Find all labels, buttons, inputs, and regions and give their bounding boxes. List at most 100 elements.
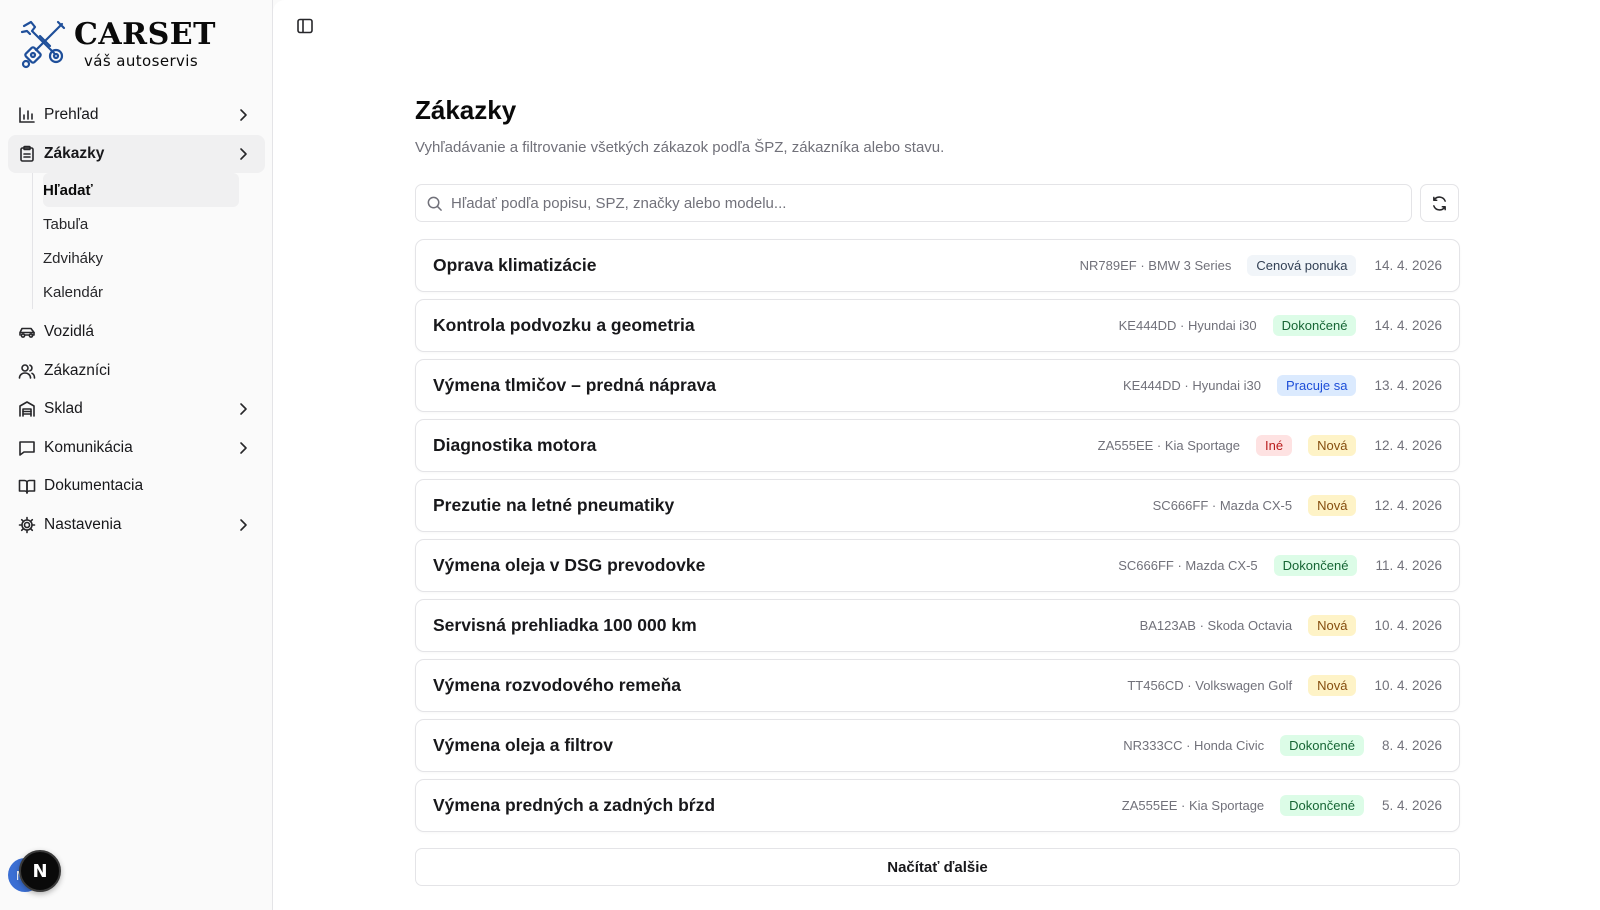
order-row[interactable]: Servisná prehliadka 100 000 km BA123AB · … (415, 599, 1460, 652)
sidebar-item-vozidla[interactable]: Vozidlá (8, 313, 265, 351)
status-badge: Cenová ponuka (1247, 255, 1357, 276)
subitem-zdvihaky[interactable]: Zdviháky (43, 241, 265, 275)
order-title: Kontrola podvozku a geometria (433, 315, 695, 335)
sidebar-toggle-icon[interactable] (295, 16, 315, 36)
sidebar-nav: Prehľad Zákazky Hľadať Tabuľa Zdviháky K… (8, 96, 265, 544)
order-row[interactable]: Kontrola podvozku a geometria KE444DD · H… (415, 299, 1460, 352)
sidebar-item-komunikacia[interactable]: Komunikácia (8, 429, 265, 467)
main-content: Zákazky Vyhľadávanie a filtrovanie všetk… (273, 0, 1600, 910)
order-title: Oprava klimatizácie (433, 255, 597, 275)
message-icon (18, 439, 36, 457)
chevron-right-icon (235, 440, 251, 456)
order-date: 10. 4. 2026 (1374, 678, 1442, 693)
status-badge: Dokončené (1272, 315, 1357, 336)
order-row[interactable]: Prezutie na letné pneumatiky SC666FF · Ma… (415, 479, 1460, 532)
search-box (415, 184, 1412, 222)
order-row[interactable]: Výmena tlmičov – predná náprava KE444DD ·… (415, 359, 1460, 412)
order-row[interactable]: Výmena rozvodového remeňa TT456CD · Volks… (415, 659, 1460, 712)
nextjs-logo-icon: N (32, 860, 48, 882)
order-vehicle: NR789EF · BMW 3 Series (1079, 258, 1232, 273)
subitem-kalendar[interactable]: Kalendár (43, 275, 265, 309)
sidebar-item-label: Sklad (44, 400, 83, 417)
users-icon (18, 362, 36, 380)
sidebar-item-prehlad[interactable]: Prehľad (8, 96, 265, 134)
brand-title: CARSET (74, 17, 216, 52)
status-badge: Nová (1308, 615, 1357, 636)
chevron-right-icon (235, 401, 251, 417)
status-badge: Dokončené (1280, 795, 1364, 816)
wrench-piston-logo-icon (20, 20, 66, 69)
order-date: 11. 4. 2026 (1375, 558, 1442, 573)
chevron-right-icon (235, 517, 251, 533)
subitem-label: Zdviháky (43, 249, 104, 267)
order-row[interactable]: Diagnostika motora ZA555EE · Kia Sportage… (415, 419, 1460, 472)
sidebar-item-label: Dokumentacia (44, 477, 144, 494)
order-vehicle: BA123AB · Skoda Octavia (1139, 618, 1293, 633)
subitem-tabula[interactable]: Tabuľa (43, 207, 265, 241)
clipboard-icon (18, 145, 36, 163)
status-badge: Nová (1308, 675, 1357, 696)
sidebar-item-nastavenia[interactable]: Nastavenia (8, 506, 265, 544)
order-vehicle: ZA555EE · Kia Sportage (1097, 438, 1240, 453)
order-date: 8. 4. 2026 (1381, 738, 1442, 753)
search-icon (427, 196, 442, 211)
sidebar-item-label: Nastavenia (44, 515, 122, 533)
order-row[interactable]: Výmena oleja v DSG prevodovke SC666FF · M… (415, 539, 1460, 592)
gear-icon (18, 516, 36, 534)
status-badge: Dokončené (1273, 555, 1358, 576)
sidebar-item-label: Vozidlá (44, 323, 94, 340)
page-title: Zákazky (415, 95, 517, 125)
order-row[interactable]: Oprava klimatizácie NR789EF · BMW 3 Serie… (415, 239, 1460, 292)
nextjs-dev-badge[interactable]: N (19, 850, 61, 892)
sidebar-item-zakaznici[interactable]: Zákazníci (8, 352, 265, 390)
refresh-icon (1433, 195, 1446, 211)
order-title: Výmena oleja a filtrov (433, 735, 613, 755)
car-icon (18, 323, 36, 341)
brand-logo[interactable]: CARSET váš autoservis (18, 18, 216, 71)
sidebar-item-label: Zákazky (44, 144, 105, 162)
chevron-right-icon (235, 107, 251, 123)
order-vehicle: KE444DD · Hyundai i30 (1118, 318, 1257, 333)
book-icon (18, 477, 36, 495)
status-badge: Nová (1308, 435, 1357, 456)
order-date: 10. 4. 2026 (1374, 618, 1442, 633)
order-date: 12. 4. 2026 (1374, 438, 1442, 453)
subitem-hladat[interactable]: Hľadať (43, 173, 239, 207)
load-more-button[interactable]: Načítať ďalšie (415, 848, 1460, 886)
order-date: 14. 4. 2026 (1374, 258, 1442, 273)
zakazky-submenu: Hľadať Tabuľa Zdviháky Kalendár (32, 173, 265, 309)
bar-chart-icon (18, 106, 36, 124)
sidebar-item-label: Zákazníci (44, 361, 111, 379)
warehouse-icon (18, 400, 36, 418)
order-vehicle: SC666FF · Mazda CX-5 (1118, 558, 1258, 573)
order-date: 14. 4. 2026 (1374, 318, 1442, 333)
order-row[interactable]: Výmena predných a zadných bŕzd ZA555EE · … (415, 779, 1460, 832)
search-input[interactable] (451, 194, 1351, 212)
chevron-right-icon (235, 146, 251, 162)
order-vehicle: SC666FF · Mazda CX-5 (1152, 498, 1293, 513)
subitem-label: Kalendár (43, 283, 104, 301)
order-title: Diagnostika motora (433, 435, 597, 455)
order-title: Výmena tlmičov – predná náprava (433, 375, 717, 395)
order-row[interactable]: Výmena oleja a filtrov NR333CC · Honda Ci… (415, 719, 1460, 772)
status-badge: Iné (1256, 435, 1293, 456)
sidebar-item-label: Prehľad (44, 106, 99, 123)
sidebar-item-sklad[interactable]: Sklad (8, 390, 265, 428)
status-badge: Dokončené (1280, 735, 1364, 756)
page-subtitle: Vyhľadávanie a filtrovanie všetkých záka… (415, 139, 945, 156)
sidebar-item-zakazky[interactable]: Zákazky (8, 134, 265, 173)
refresh-button[interactable] (1420, 184, 1459, 222)
brand-subtitle: váš autoservis (84, 52, 199, 70)
order-vehicle: NR333CC · Honda Civic (1123, 738, 1265, 753)
order-title: Výmena rozvodového remeňa (433, 675, 681, 695)
order-title: Výmena predných a zadných bŕzd (433, 795, 716, 815)
subitem-label: Tabuľa (43, 215, 89, 233)
order-vehicle: ZA555EE · Kia Sportage (1121, 798, 1265, 813)
order-date: 13. 4. 2026 (1374, 378, 1442, 393)
subitem-label: Hľadať (43, 181, 93, 199)
order-date: 12. 4. 2026 (1374, 498, 1442, 513)
order-title: Prezutie na letné pneumatiky (433, 495, 675, 515)
status-badge: Nová (1308, 495, 1357, 516)
order-date: 5. 4. 2026 (1381, 798, 1442, 813)
sidebar-item-dokumentacia[interactable]: Dokumentacia (8, 467, 265, 505)
